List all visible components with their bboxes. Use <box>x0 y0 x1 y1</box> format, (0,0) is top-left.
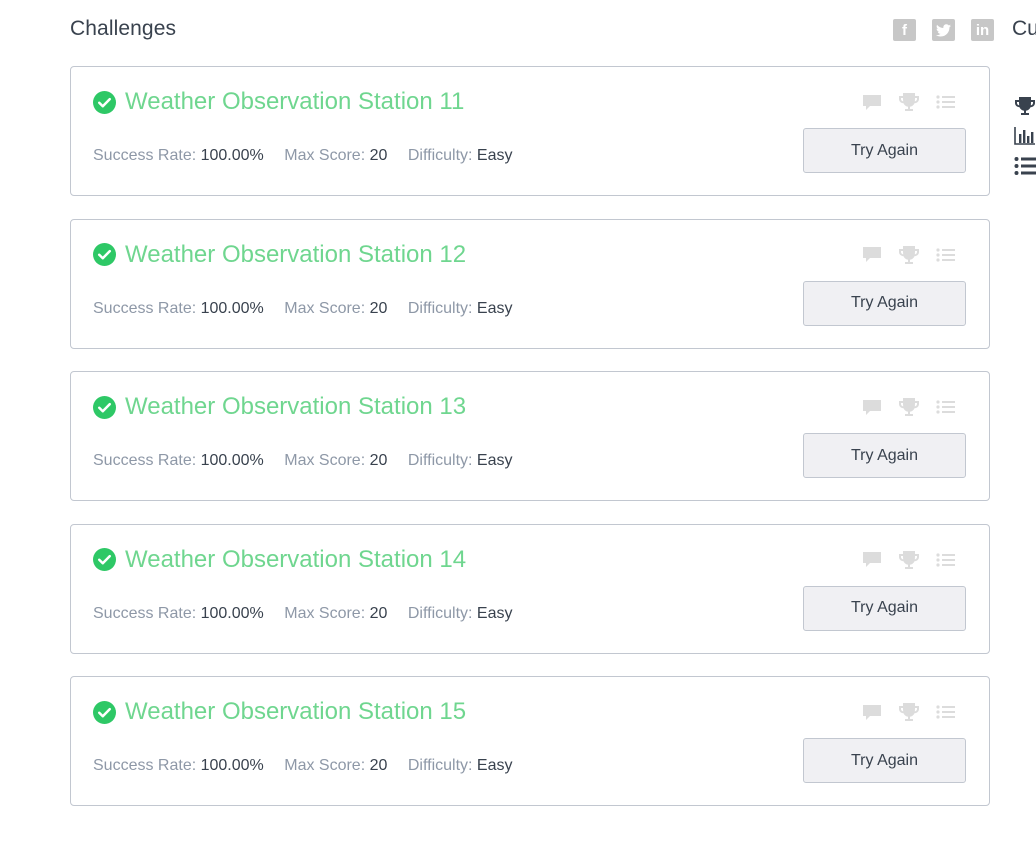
challenge-title-row: Weather Observation Station 13 <box>93 393 466 421</box>
leaderboard-trophy-icon[interactable] <box>898 397 920 417</box>
try-again-button[interactable]: Try Again <box>803 128 966 173</box>
difficulty-value: Easy <box>476 299 513 317</box>
challenge-card: Weather Observation Station 15 Success R… <box>70 676 990 806</box>
try-again-button[interactable]: Try Again <box>803 433 966 478</box>
challenge-title[interactable]: Weather Observation Station 14 <box>125 546 466 574</box>
try-again-button[interactable]: Try Again <box>803 280 966 326</box>
leaderboard-trophy-icon[interactable] <box>898 92 920 112</box>
challenge-title-row: Weather Observation Station 11 <box>93 88 464 116</box>
max-score-value: 20 <box>369 757 388 774</box>
max-score-label: Max Score: <box>284 299 366 317</box>
challenge-meta: Success Rate: 100.00% Max Score: 20 Diff… <box>93 147 513 165</box>
success-rate-value: 100.00% <box>200 452 264 469</box>
challenge-actions <box>862 550 956 570</box>
max-score-value: 20 <box>369 299 388 317</box>
challenge-meta: Success Rate: 100.00% Max Score: 20 Diff… <box>93 300 513 318</box>
challenge-title[interactable]: Weather Observation Station 12 <box>125 241 466 269</box>
trophy-icon[interactable] <box>1014 96 1036 116</box>
discussion-icon[interactable] <box>862 94 882 111</box>
challenge-actions <box>862 702 956 722</box>
challenge-title[interactable]: Weather Observation Station 13 <box>125 393 466 421</box>
solved-check-icon <box>93 90 116 114</box>
bar-chart-icon[interactable] <box>1014 126 1036 146</box>
page-title: Challenges <box>70 17 177 40</box>
success-rate-value: 100.00% <box>200 299 264 317</box>
challenge-meta: Success Rate: 100.00% Max Score: 20 Diff… <box>93 452 513 470</box>
discussion-icon[interactable] <box>862 551 882 568</box>
max-score-label: Max Score: <box>284 452 366 469</box>
difficulty-value: Easy <box>476 604 513 622</box>
success-rate-label: Success Rate: <box>93 147 197 164</box>
solved-check-icon <box>93 395 116 419</box>
max-score-value: 20 <box>369 452 388 469</box>
challenge-meta: Success Rate: 100.00% Max Score: 20 Diff… <box>93 605 513 623</box>
solved-check-icon <box>93 548 116 571</box>
success-rate-label: Success Rate: <box>93 452 197 469</box>
submissions-list-icon[interactable] <box>936 399 956 415</box>
leaderboard-trophy-icon[interactable] <box>898 550 920 570</box>
challenge-card: Weather Observation Station 14 Success R… <box>70 523 990 654</box>
difficulty-label: Difficulty: <box>407 757 473 774</box>
solved-check-icon <box>93 243 116 266</box>
challenge-meta: Success Rate: 100.00% Max Score: 20 Diff… <box>93 757 513 775</box>
twitter-icon[interactable] <box>932 19 955 41</box>
difficulty-label: Difficulty: <box>407 452 473 469</box>
difficulty-value: Easy <box>476 147 513 164</box>
submissions-list-icon[interactable] <box>936 247 956 263</box>
leaderboard-trophy-icon[interactable] <box>898 702 920 722</box>
max-score-label: Max Score: <box>284 604 366 622</box>
submissions-list-icon[interactable] <box>936 94 956 110</box>
submissions-list-icon[interactable] <box>936 704 956 720</box>
sidebar-heading: Cu <box>1012 17 1036 40</box>
success-rate-label: Success Rate: <box>93 299 197 317</box>
max-score-value: 20 <box>369 147 388 164</box>
challenge-actions <box>862 245 956 265</box>
difficulty-label: Difficulty: <box>407 299 473 317</box>
challenge-list: Weather Observation Station 11 Success R… <box>70 66 990 829</box>
discussion-icon[interactable] <box>862 246 882 263</box>
discussion-icon[interactable] <box>862 704 882 721</box>
leaderboard-trophy-icon[interactable] <box>898 245 920 265</box>
challenge-card: Weather Observation Station 12 Success R… <box>70 218 990 349</box>
challenge-card: Weather Observation Station 13 Success R… <box>70 371 990 501</box>
facebook-icon[interactable]: f <box>893 19 916 41</box>
sidebar-icons <box>1014 96 1036 186</box>
difficulty-value: Easy <box>476 757 513 774</box>
success-rate-value: 100.00% <box>200 604 264 622</box>
max-score-label: Max Score: <box>284 757 366 774</box>
discussion-icon[interactable] <box>862 399 882 416</box>
success-rate-label: Success Rate: <box>93 604 197 622</box>
submissions-list-icon[interactable] <box>936 552 956 568</box>
max-score-label: Max Score: <box>284 147 366 164</box>
difficulty-label: Difficulty: <box>407 604 473 622</box>
solved-check-icon <box>93 700 116 724</box>
linkedin-icon[interactable]: in <box>971 19 994 41</box>
challenge-title[interactable]: Weather Observation Station 11 <box>125 88 464 116</box>
success-rate-value: 100.00% <box>200 147 264 164</box>
difficulty-label: Difficulty: <box>407 147 473 164</box>
challenge-title[interactable]: Weather Observation Station 15 <box>125 698 466 726</box>
success-rate-value: 100.00% <box>200 757 264 774</box>
social-share: f in <box>893 19 994 41</box>
challenge-actions <box>862 92 956 112</box>
list-icon[interactable] <box>1014 156 1036 176</box>
challenge-title-row: Weather Observation Station 14 <box>93 546 466 574</box>
challenge-card: Weather Observation Station 11 Success R… <box>70 66 990 196</box>
challenge-actions <box>862 397 956 417</box>
challenge-title-row: Weather Observation Station 12 <box>93 241 466 269</box>
difficulty-value: Easy <box>476 452 513 469</box>
try-again-button[interactable]: Try Again <box>803 585 966 631</box>
challenge-title-row: Weather Observation Station 15 <box>93 698 466 726</box>
success-rate-label: Success Rate: <box>93 757 197 774</box>
try-again-button[interactable]: Try Again <box>803 738 966 783</box>
max-score-value: 20 <box>369 604 388 622</box>
